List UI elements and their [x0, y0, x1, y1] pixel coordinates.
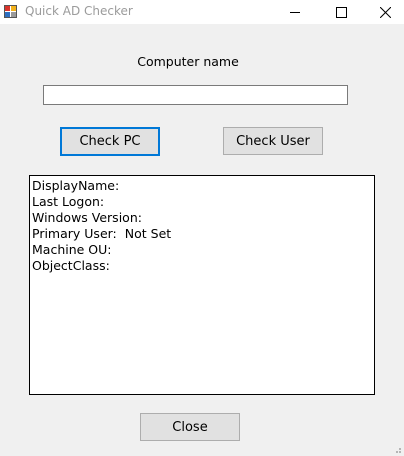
result-line-primary-user: Primary User: Not Set	[32, 226, 372, 242]
result-line-machine-ou: Machine OU:	[32, 242, 372, 258]
computer-name-label: Computer name	[137, 54, 239, 69]
result-line-objectclass: ObjectClass:	[32, 258, 372, 274]
close-button[interactable]: Close	[140, 413, 240, 441]
result-label: Primary User:	[32, 226, 117, 241]
result-label: Windows Version:	[32, 210, 142, 225]
app-icon	[4, 5, 17, 18]
minimize-button[interactable]	[272, 0, 318, 24]
check-user-button[interactable]: Check User	[223, 127, 323, 155]
result-label: Machine OU:	[32, 242, 112, 257]
minimize-icon	[290, 12, 300, 13]
result-line-last-logon: Last Logon:	[32, 194, 372, 210]
result-label: Last Logon:	[32, 194, 105, 209]
window-title: Quick AD Checker	[25, 4, 133, 18]
resize-grip-icon[interactable]	[392, 444, 402, 454]
check-pc-button[interactable]: Check PC	[60, 127, 160, 156]
result-line-displayname: DisplayName:	[32, 178, 372, 194]
maximize-icon	[335, 6, 347, 18]
result-label: DisplayName:	[32, 178, 120, 193]
title-bar[interactable]: Quick AD Checker	[0, 0, 404, 24]
app-window: Quick AD Checker Computer name Check PC …	[0, 0, 404, 456]
close-window-button[interactable]	[362, 0, 404, 24]
result-label: ObjectClass:	[32, 258, 110, 273]
computer-name-input[interactable]	[43, 85, 348, 105]
results-textbox[interactable]: DisplayName: Last Logon: Windows Version…	[29, 175, 375, 395]
maximize-button[interactable]	[318, 0, 364, 24]
close-icon	[379, 6, 391, 18]
result-line-windows-version: Windows Version:	[32, 210, 372, 226]
result-value: Not Set	[124, 226, 172, 241]
